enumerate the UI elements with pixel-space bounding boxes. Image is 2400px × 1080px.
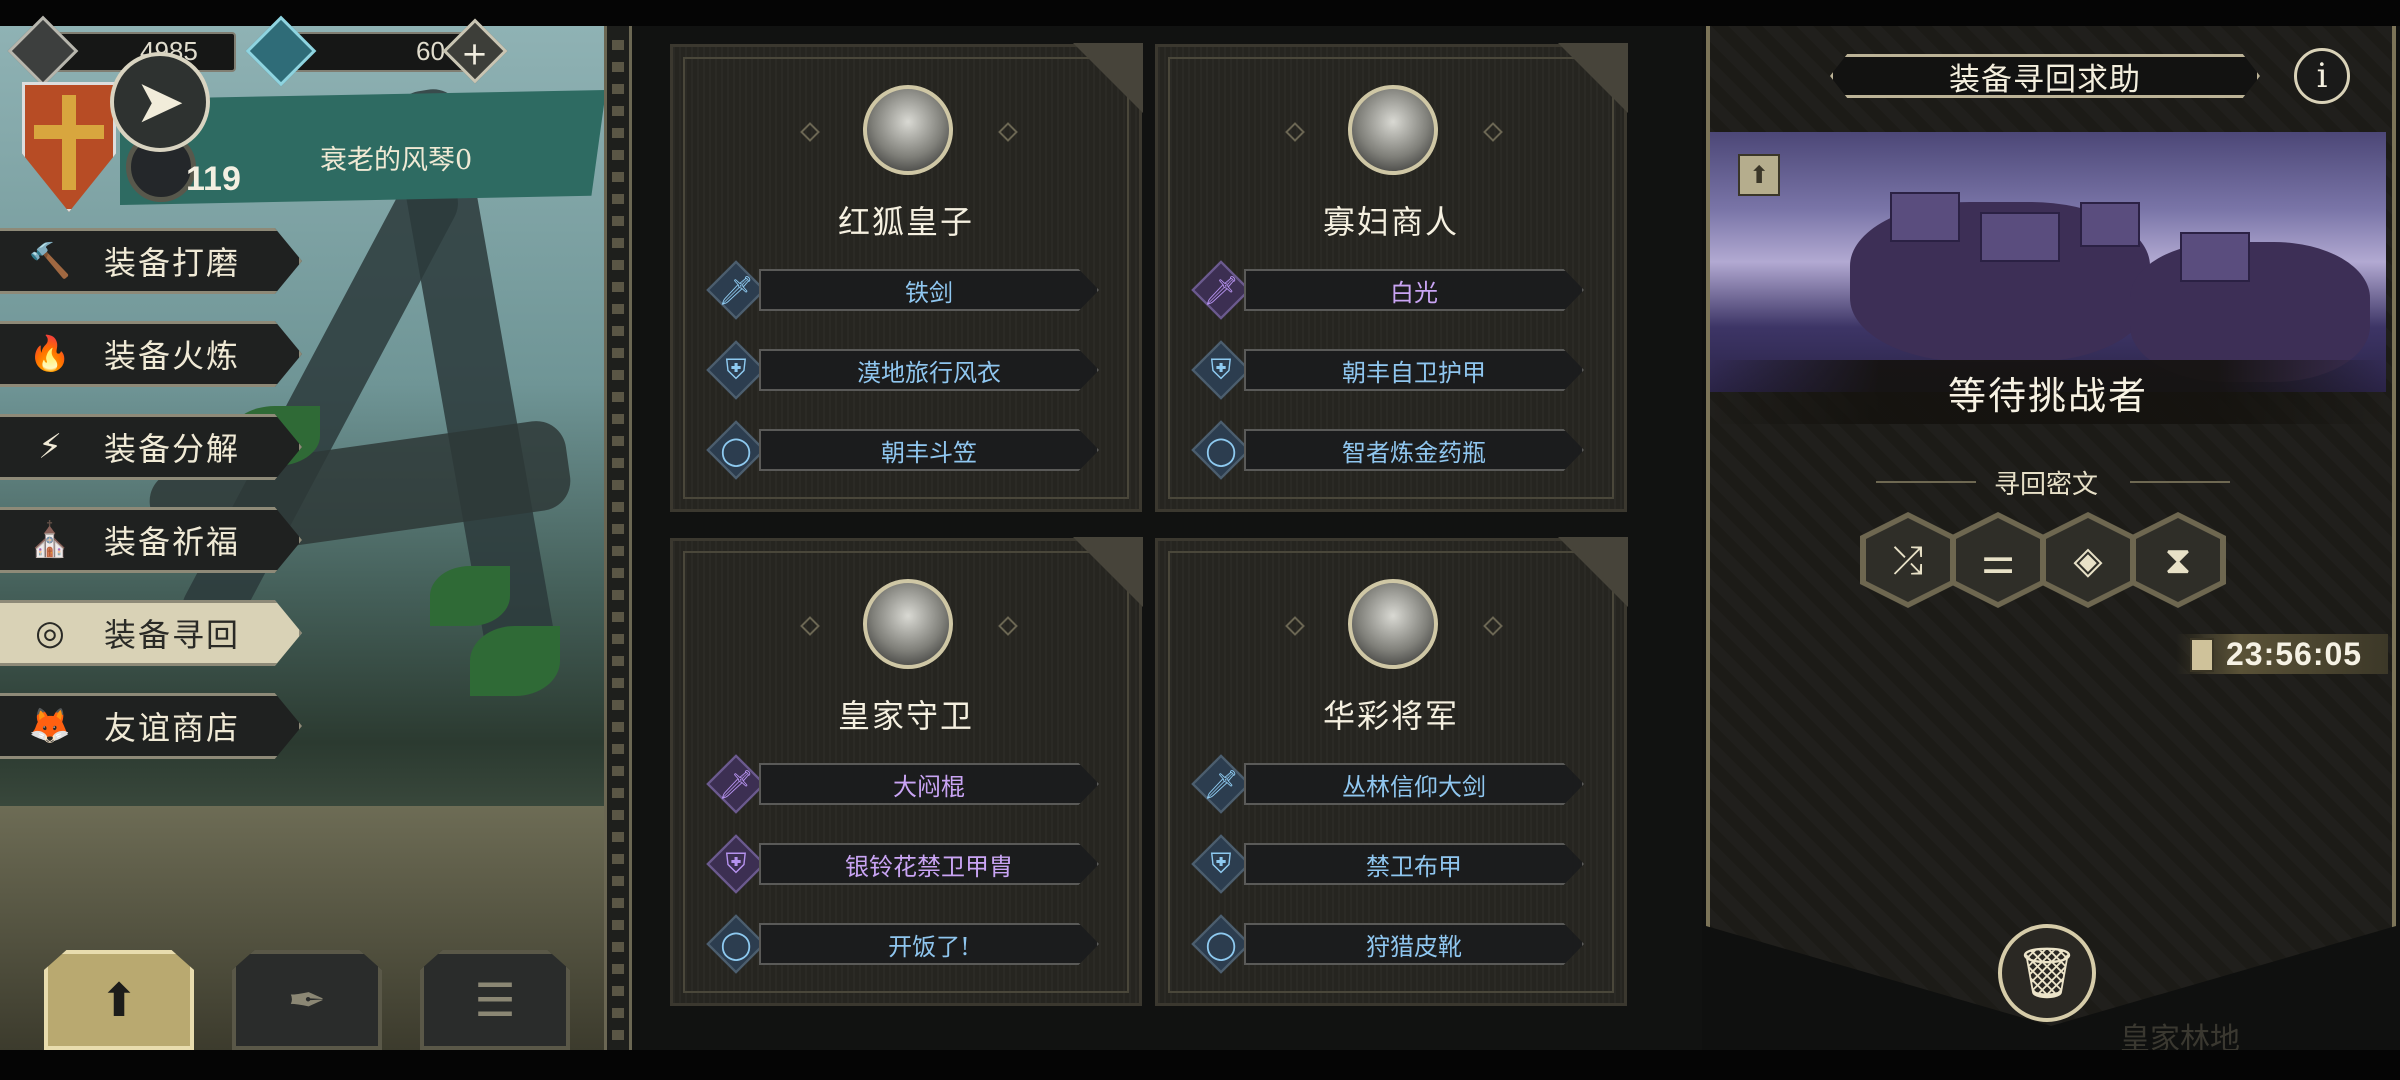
fox-icon: 🦊 (28, 706, 72, 746)
character-name: 寡妇商人 (1322, 203, 1459, 241)
info-button[interactable]: i (2294, 48, 2350, 104)
menu-item-label: 装备寻回 (104, 616, 241, 654)
equipment-row[interactable]: ⛨ 朝丰自卫护甲 (1191, 340, 1594, 400)
equipment-name: 漠地旅行风衣 (759, 349, 1099, 391)
equipment-row[interactable]: ◯ 开饭了! (706, 914, 1109, 974)
menu-item-label: 装备分解 (104, 430, 241, 468)
character-portrait[interactable] (1348, 579, 1438, 669)
menu-item-label: 装备打磨 (104, 244, 241, 282)
equipment-name: 开饭了! (759, 923, 1099, 965)
bottom-tab-2[interactable]: ☰ (420, 950, 570, 1050)
equipment-row[interactable]: 🗡 大闷棍 (706, 754, 1109, 814)
bottom-letterbox (0, 1050, 2400, 1080)
character-portrait[interactable] (863, 85, 953, 175)
menu-item-0[interactable]: 🔨 装备打磨 (0, 228, 302, 294)
share-icon[interactable]: ⬆ (1738, 154, 1780, 196)
sword-icon: 🗡 (1203, 273, 1239, 307)
equipment-name: 朝丰斗笠 (759, 429, 1099, 471)
flame-icon: 🔥 (28, 334, 72, 374)
status-text: 等待挑战者 (1710, 360, 2386, 424)
menu-item-label: 友谊商店 (104, 709, 241, 747)
menu-item-4[interactable]: ◎ 装备寻回 (0, 600, 302, 666)
menu-item-2[interactable]: ⚡ 装备分解 (0, 414, 302, 480)
character-name: 皇家守卫 (837, 697, 974, 735)
character-name: 红狐皇子 (837, 203, 974, 241)
sword-icon: 🗡 (718, 273, 754, 307)
currency2-value: 60 (416, 36, 445, 66)
equipment-row[interactable]: ◯ 智者炼金药瓶 (1191, 420, 1594, 480)
bottom-tab-1[interactable]: ✒ (232, 950, 382, 1050)
target-icon: ◎ (35, 613, 65, 653)
trash-icon: 🗑 (2015, 943, 2079, 1002)
info-icon: i (2316, 56, 2328, 96)
feather-icon: ✒ (287, 973, 327, 1027)
character-name: 华彩将军 (1322, 697, 1459, 735)
character-portrait[interactable] (863, 579, 953, 669)
top-letterbox (0, 0, 2400, 26)
equipment-name: 朝丰自卫护甲 (1244, 349, 1584, 391)
equipment-row[interactable]: ⛨ 禁卫布甲 (1191, 834, 1594, 894)
character-card[interactable]: 寡妇商人 🗡 白光 ⛨ 朝丰自卫护甲 ◯ 智者炼金药瓶 (1155, 43, 1628, 512)
hourglass-icon (2190, 638, 2214, 672)
panel-title: 装备寻回求助 (1830, 54, 2260, 98)
equipment-row[interactable]: ◯ 狩猎皮靴 (1191, 914, 1594, 974)
equipment-row[interactable]: ⛨ 银铃花禁卫甲胄 (706, 834, 1109, 894)
ring-icon: ◯ (1205, 927, 1237, 961)
equipment-name: 狩猎皮靴 (1244, 923, 1584, 965)
equipment-row[interactable]: ◯ 朝丰斗笠 (706, 420, 1109, 480)
equipment-name: 丛林信仰大剑 (1244, 763, 1584, 805)
sword-icon: 🗡 (718, 767, 754, 801)
stage-preview-image (1710, 132, 2386, 392)
menu-item-3[interactable]: ⛪ 装备祈福 (0, 507, 302, 573)
bottom-tab-0[interactable]: ⬆ (44, 950, 194, 1050)
sword-icon: 🗡 (1203, 767, 1239, 801)
ring-icon: ◯ (720, 927, 752, 961)
countdown-timer: 23:56:05 (2226, 636, 2363, 672)
armor-icon: ⛨ (1210, 353, 1232, 386)
back-arrow-icon: ➤ (134, 67, 186, 137)
armor-icon: ⛨ (725, 353, 747, 386)
character-card[interactable]: 皇家守卫 🗡 大闷棍 ⛨ 银铃花禁卫甲胄 ◯ 开饭了! (670, 537, 1143, 1006)
equipment-row[interactable]: 🗡 铁剑 (706, 260, 1109, 320)
armor-icon: ⛨ (725, 847, 747, 880)
character-card[interactable]: 华彩将军 🗡 丛林信仰大剑 ⛨ 禁卫布甲 ◯ 狩猎皮靴 (1155, 537, 1628, 1006)
upload-icon: ⬆ (99, 973, 139, 1027)
disassemble-icon: ⚡ (38, 427, 62, 467)
equipment-row[interactable]: 🗡 白光 (1191, 260, 1594, 320)
banner-title: 衰老的风琴0 (320, 145, 473, 176)
delete-button[interactable]: 🗑 (1998, 924, 2096, 1022)
equipment-name: 大闷棍 (759, 763, 1099, 805)
character-portrait[interactable] (1348, 85, 1438, 175)
equipment-name: 银铃花禁卫甲胄 (759, 843, 1099, 885)
ring-icon: ◯ (720, 433, 752, 467)
cipher-label: 寻回密文 (1993, 470, 2098, 500)
player-level: 119 (186, 160, 241, 198)
equipment-name: 智者炼金药瓶 (1244, 429, 1584, 471)
menu-item-label: 装备火炼 (104, 337, 241, 375)
menu-item-5[interactable]: 🦊 友谊商店 (0, 693, 302, 759)
menu-item-1[interactable]: 🔥 装备火炼 (0, 321, 302, 387)
list-icon: ☰ (474, 973, 516, 1027)
ring-icon: ◯ (1205, 433, 1237, 467)
armor-icon: ⛨ (1210, 847, 1232, 880)
equipment-name: 铁剑 (759, 269, 1099, 311)
back-button[interactable]: ➤ (110, 52, 210, 152)
character-card[interactable]: 红狐皇子 🗡 铁剑 ⛨ 漠地旅行风衣 ◯ 朝丰斗笠 (670, 43, 1143, 512)
equipment-row[interactable]: 🗡 丛林信仰大剑 (1191, 754, 1594, 814)
menu-item-label: 装备祈福 (104, 523, 241, 561)
equipment-name: 禁卫布甲 (1244, 843, 1584, 885)
pray-icon: ⛪ (28, 520, 72, 560)
equipment-name: 白光 (1244, 269, 1584, 311)
hammer-icon: 🔨 (28, 241, 72, 281)
equipment-row[interactable]: ⛨ 漠地旅行风衣 (706, 340, 1109, 400)
